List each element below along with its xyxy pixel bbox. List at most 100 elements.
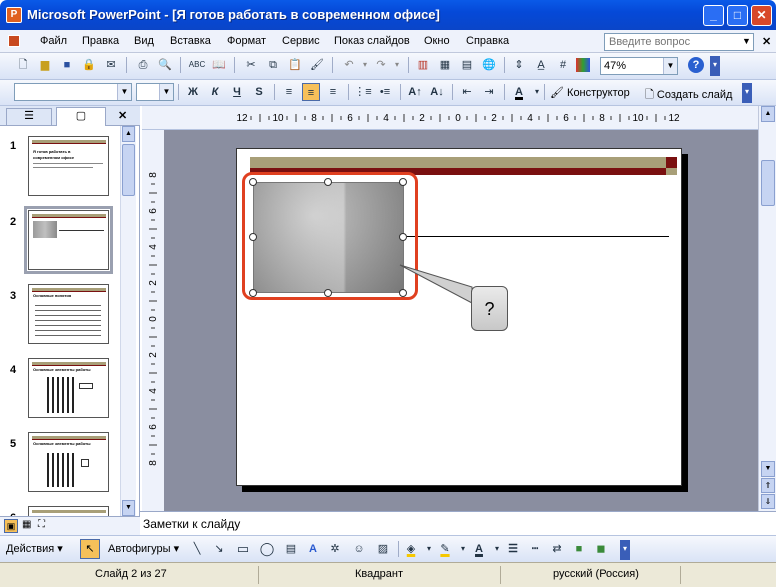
textbox-icon[interactable]: ▤ <box>282 540 300 558</box>
menu-edit[interactable]: Правка <box>82 35 119 47</box>
editor-scrollbar[interactable]: ▲ ▼ ⇑ ⇓ <box>758 106 776 511</box>
previous-slide-icon[interactable]: ⇑ <box>761 478 775 493</box>
format-painter-icon[interactable]: 🖌 <box>308 56 326 74</box>
3d-style-icon[interactable]: ◼ <box>592 540 610 558</box>
spelling-icon[interactable]: ABC <box>188 56 206 74</box>
permission-icon[interactable]: 🔒 <box>80 56 98 74</box>
email-icon[interactable]: ✉ <box>102 56 120 74</box>
arrow-icon[interactable]: ↘ <box>210 540 228 558</box>
toolbar-options-icon[interactable]: ▾ <box>710 56 720 76</box>
open-folder-icon[interactable]: ▆ <box>36 56 54 74</box>
slide-thumbnail-3[interactable]: Основные понятия <box>28 284 109 344</box>
color-grayscale-icon[interactable] <box>576 58 590 72</box>
clipart-icon[interactable]: ☺ <box>350 540 368 558</box>
menu-file[interactable]: Файл <box>40 35 67 47</box>
editor-scroll-thumb[interactable] <box>761 160 775 206</box>
italic-button[interactable]: К <box>206 83 224 101</box>
autoshapes-menu[interactable]: Автофигуры ▾ <box>108 542 179 555</box>
arrow-style-icon[interactable]: ⇄ <box>548 540 566 558</box>
paste-icon[interactable]: 📋 <box>286 56 304 74</box>
scroll-down-icon[interactable]: ▼ <box>122 500 135 516</box>
slide-thumbnail-1[interactable]: Я готов работать в современном офисе <box>28 136 109 196</box>
scroll-thumb[interactable] <box>122 144 135 196</box>
shadow-style-icon[interactable]: ■ <box>570 540 588 558</box>
designer-button[interactable]: 🖌 Конструктор <box>550 86 630 99</box>
draw-font-color-icon[interactable]: A <box>470 540 488 558</box>
font-color-icon[interactable]: A <box>510 83 528 101</box>
minimize-button[interactable]: _ <box>703 5 724 26</box>
new-slide-button[interactable]: 🗋 Создать слайд <box>645 86 732 105</box>
formatting-options-icon[interactable]: ▾ <box>742 83 752 103</box>
oval-icon[interactable]: ◯ <box>258 540 276 558</box>
menu-format[interactable]: Формат <box>227 35 266 47</box>
menu-tools[interactable]: Сервис <box>282 35 320 47</box>
help-search-input[interactable] <box>604 33 754 51</box>
menu-window[interactable]: Окно <box>424 35 450 47</box>
menu-slideshow[interactable]: Показ слайдов <box>334 35 410 47</box>
drawing-options-icon[interactable]: ▾ <box>620 540 630 560</box>
underline-button[interactable]: Ч <box>228 83 246 101</box>
wordart-icon[interactable]: A <box>304 540 322 558</box>
editor-scroll-down-icon[interactable]: ▼ <box>761 461 775 477</box>
font-size-select[interactable]: ▼ <box>136 83 174 101</box>
font-select[interactable]: ▼ <box>14 83 132 101</box>
next-slide-icon[interactable]: ⇓ <box>761 494 775 509</box>
insert-chart-icon[interactable]: ▥ <box>414 56 432 74</box>
help-dropdown-icon[interactable]: ▼ <box>742 36 751 46</box>
shadow-button[interactable]: S <box>250 83 268 101</box>
research-icon[interactable]: 📖 <box>210 56 228 74</box>
align-left-icon[interactable]: ≡ <box>280 83 298 101</box>
decrease-indent-icon[interactable]: ⇤ <box>458 83 476 101</box>
slide-thumbnail-5[interactable]: Основные элементы работы <box>28 432 109 492</box>
redo-dropdown-icon[interactable]: ▾ <box>388 56 406 74</box>
slide-thumbnail-4[interactable]: Основные элементы работы <box>28 358 109 418</box>
line-style-icon[interactable]: ☰ <box>504 540 522 558</box>
copy-icon[interactable]: ⧉ <box>264 56 282 74</box>
font-dropdown-icon[interactable]: ▼ <box>117 84 131 100</box>
line-color-icon[interactable]: ✎ <box>436 540 454 558</box>
fill-color-icon[interactable]: ◈ <box>402 540 420 558</box>
slide-sorter-icon[interactable]: ▦ <box>22 519 31 530</box>
insert-picture-icon[interactable]: ▨ <box>374 540 392 558</box>
cut-icon[interactable]: ✂ <box>242 56 260 74</box>
print-icon[interactable]: ⎙ <box>134 56 152 74</box>
tables-borders-icon[interactable]: ▤ <box>458 56 476 74</box>
hyperlink-icon[interactable]: 🌐 <box>480 56 498 74</box>
scroll-up-icon[interactable]: ▲ <box>122 126 135 142</box>
expand-all-icon[interactable]: ⇕ <box>510 56 528 74</box>
menu-insert[interactable]: Вставка <box>170 35 211 47</box>
increase-font-icon[interactable]: A↑ <box>406 83 424 101</box>
powerpoint-app-icon[interactable]: P <box>6 7 22 23</box>
bullets-icon[interactable]: •≡ <box>376 83 394 101</box>
editor-scroll-up-icon[interactable]: ▲ <box>761 106 775 122</box>
font-size-dropdown-icon[interactable]: ▼ <box>159 84 173 100</box>
actions-menu[interactable]: Действия ▾ <box>6 542 63 555</box>
close-button[interactable]: ✕ <box>751 5 772 26</box>
outline-tab[interactable]: ☰ <box>6 108 52 125</box>
increase-indent-icon[interactable]: ⇥ <box>480 83 498 101</box>
save-icon[interactable]: ■ <box>58 56 76 74</box>
show-formatting-icon[interactable]: A̲ <box>532 56 550 74</box>
zoom-select[interactable]: 47% ▼ <box>600 57 678 75</box>
menu-help[interactable]: Справка <box>466 35 509 47</box>
menu-view[interactable]: Вид <box>134 35 154 47</box>
select-pointer-icon[interactable]: ↖ <box>80 539 100 559</box>
print-preview-icon[interactable]: 🔍 <box>156 56 174 74</box>
bold-button[interactable]: Ж <box>184 83 202 101</box>
diagram-icon[interactable]: ✲ <box>326 540 344 558</box>
slides-scrollbar[interactable]: ▲ ▼ <box>120 126 136 516</box>
show-grid-icon[interactable]: # <box>554 56 572 74</box>
align-center-icon[interactable]: ≡ <box>302 83 320 101</box>
document-icon[interactable] <box>8 35 20 47</box>
decrease-font-icon[interactable]: A↓ <box>428 83 446 101</box>
slides-tab[interactable]: ▢ <box>56 107 106 126</box>
close-document-icon[interactable]: ✕ <box>762 35 771 48</box>
dash-style-icon[interactable]: ┅ <box>526 540 544 558</box>
zoom-dropdown-icon[interactable]: ▼ <box>663 58 677 74</box>
maximize-button[interactable]: □ <box>727 5 748 26</box>
insert-table-icon[interactable]: ▦ <box>436 56 454 74</box>
new-file-icon[interactable]: 🗋 <box>14 56 32 74</box>
line-icon[interactable]: ╲ <box>188 540 206 558</box>
notes-pane[interactable]: Заметки к слайду <box>140 511 776 535</box>
normal-view-icon[interactable]: ▣ <box>4 519 18 533</box>
